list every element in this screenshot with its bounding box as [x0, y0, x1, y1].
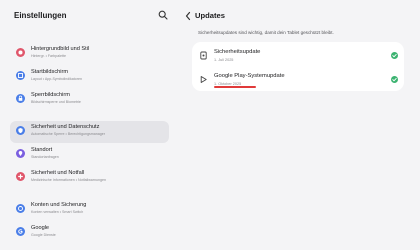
settings-list-pane: Einstellungen Hintergrundbild und Stil H… [0, 0, 176, 250]
settings-item-security-privacy[interactable]: Sicherheit und Datenschutz Automatische … [10, 121, 169, 143]
annotation-underline [214, 86, 256, 88]
page-title: Einstellungen [14, 11, 67, 20]
home-icon [16, 71, 25, 80]
emergency-icon [16, 172, 25, 181]
settings-item-safety-emergency[interactable]: Sicherheit und Notfall Medizinische Info… [10, 167, 169, 189]
settings-item-subtitle: Hintergr. • Farbpalette [31, 54, 67, 58]
location-icon [16, 149, 25, 158]
settings-item-lockscreen[interactable]: Sperrbildschirm Bildschirmsperre und Bio… [10, 89, 169, 111]
settings-item-label: Google [31, 225, 50, 231]
settings-item-subtitle: Google Dienste [31, 233, 56, 237]
back-arrow-icon[interactable] [184, 11, 192, 21]
settings-item-subtitle: Layout • App-Symbolindikatoren [31, 77, 83, 81]
update-date: 1. Juli 2025 [214, 58, 234, 62]
check-icon [391, 52, 398, 59]
settings-item-wallpaper[interactable]: Hintergrundbild und Stil Hintergr. • Far… [10, 43, 169, 65]
settings-header: Einstellungen [14, 10, 172, 24]
updates-description: Sicherheitsupdates sind wichtig, damit d… [198, 30, 334, 35]
settings-item-subtitle: Standortanfragen [31, 155, 59, 159]
sync-icon [16, 204, 25, 213]
search-icon[interactable] [158, 10, 168, 20]
updates-card: Sicherheitsupdate 1. Juli 2025 Google Pl… [192, 42, 404, 91]
settings-item-label: Startbildschirm [31, 69, 68, 75]
update-row-security[interactable]: Sicherheitsupdate 1. Juli 2025 [192, 44, 404, 68]
settings-item-google[interactable]: Google Google Dienste [10, 222, 169, 244]
settings-item-label: Sicherheit und Datenschutz [31, 124, 100, 130]
updates-pane: Updates Sicherheitsupdates sind wichtig,… [176, 0, 420, 250]
google-icon [16, 227, 25, 236]
settings-item-subtitle: Bildschirmsperre und Biometrie [31, 100, 81, 104]
play-icon [199, 75, 208, 84]
lock-icon [16, 94, 25, 103]
settings-item-label: Standort [31, 147, 53, 153]
update-title: Sicherheitsupdate [214, 49, 261, 55]
settings-item-label: Sicherheit und Notfall [31, 170, 85, 176]
settings-item-subtitle: Medizinische Informationen • Notfallwarn… [31, 178, 106, 182]
updates-title: Updates [195, 11, 225, 20]
settings-item-label: Konten und Sicherung [31, 202, 87, 208]
settings-item-location[interactable]: Standort Standortanfragen [10, 144, 169, 166]
check-icon [391, 76, 398, 83]
update-title: Google Play-Systemupdate [214, 73, 285, 79]
settings-item-label: Sperrbildschirm [31, 92, 70, 98]
update-row-google-play-system[interactable]: Google Play-Systemupdate 1. Oktober 2025 [192, 68, 404, 92]
settings-item-subtitle: Automatische Sperre • Berechtigungsmanag… [31, 132, 105, 136]
shield-icon [16, 126, 25, 135]
settings-item-subtitle: Konten verwalten • Smart Switch [31, 210, 84, 214]
settings-item-homescreen[interactable]: Startbildschirm Layout • App-Symbolindik… [10, 66, 169, 88]
security-update-icon [199, 51, 208, 60]
palette-icon [16, 48, 25, 57]
settings-item-label: Hintergrundbild und Stil [31, 46, 90, 52]
settings-item-accounts-backup[interactable]: Konten und Sicherung Konten verwalten • … [10, 199, 169, 221]
